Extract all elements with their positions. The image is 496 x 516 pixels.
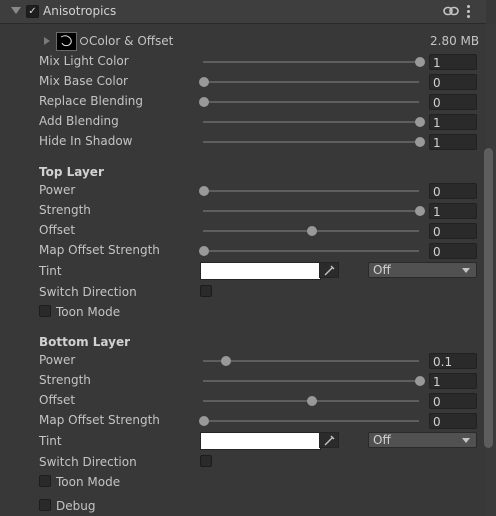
slider-knob[interactable] [415, 206, 425, 216]
value-field[interactable]: 0 [429, 94, 477, 110]
slider-track[interactable] [203, 101, 419, 103]
enable-checkbox[interactable]: ✓ [26, 5, 39, 18]
bottom-switch-direction-checkbox[interactable] [200, 455, 212, 467]
property-label: Power [39, 353, 76, 367]
object-picker-icon[interactable] [80, 37, 88, 45]
slider-knob[interactable] [199, 416, 209, 426]
value-field[interactable]: 0 [429, 413, 477, 429]
property-label: Offset [39, 223, 76, 237]
slider-knob[interactable] [199, 186, 209, 196]
slider-knob[interactable] [415, 117, 425, 127]
value-field[interactable]: 0 [429, 393, 477, 409]
property-label: Replace Blending [39, 94, 144, 108]
bottom-toon-mode-label: Toon Mode [56, 475, 121, 489]
debug-label: Debug [56, 499, 96, 513]
section-heading-bottom-layer: Bottom Layer [39, 335, 131, 349]
value-field[interactable]: 1 [429, 114, 477, 130]
component-title: Anisotropics [43, 4, 117, 18]
scrollbar-thumb[interactable] [484, 148, 493, 448]
eyedropper-icon[interactable] [319, 432, 339, 448]
bottom-tint-mode-dropdown[interactable]: Off [368, 432, 477, 448]
top-switch-direction-label: Switch Direction [39, 285, 137, 299]
slider-knob[interactable] [199, 246, 209, 256]
top-tint-color-field[interactable] [200, 262, 321, 280]
slider-knob[interactable] [415, 57, 425, 67]
property-label: Strength [39, 203, 91, 217]
dropdown-value: Off [373, 263, 391, 277]
property-label: Strength [39, 373, 91, 387]
dropdown-value: Off [373, 433, 391, 447]
value-field[interactable]: 1 [429, 134, 477, 150]
texture-property-row: Color & Offset 2.80 MB [0, 32, 486, 51]
slider-knob[interactable] [220, 356, 231, 366]
texture-thumbnail[interactable] [56, 32, 77, 51]
top-tint-label: Tint [39, 264, 62, 278]
bottom-tint-label: Tint [39, 434, 62, 448]
slider-knob[interactable] [415, 137, 425, 147]
slider-knob[interactable] [199, 97, 209, 107]
slider-track[interactable] [203, 141, 419, 143]
slider-knob[interactable] [307, 396, 317, 406]
texture-size: 2.80 MB [430, 34, 480, 48]
expand-arrow-icon[interactable] [44, 37, 50, 45]
slider-track[interactable] [203, 420, 419, 422]
property-label: Hide In Shadow [39, 134, 133, 148]
value-field[interactable]: 1 [429, 373, 477, 389]
slider-track[interactable] [203, 61, 419, 63]
value-field[interactable]: 0.1 [429, 353, 477, 369]
top-tint-mode-dropdown[interactable]: Off [368, 262, 477, 278]
debug-checkbox[interactable] [39, 499, 51, 511]
value-field[interactable]: 0 [429, 243, 477, 259]
top-toon-mode-label: Toon Mode [56, 305, 121, 319]
slider-track[interactable] [203, 190, 419, 192]
slider-track[interactable] [203, 81, 419, 83]
chevron-down-icon [462, 268, 470, 273]
slider-track[interactable] [203, 210, 419, 212]
link-icon[interactable] [443, 6, 459, 16]
foldout-arrow-icon[interactable] [11, 7, 21, 14]
value-field[interactable]: 0 [429, 183, 477, 199]
more-menu-icon[interactable] [467, 5, 471, 18]
slider-track[interactable] [203, 121, 419, 123]
bottom-tint-color-field[interactable] [200, 432, 321, 450]
component-header[interactable]: ✓ Anisotropics [0, 0, 486, 24]
texture-label: Color & Offset [89, 34, 174, 48]
property-label: Add Blending [39, 114, 119, 128]
property-label: Map Offset Strength [39, 243, 160, 257]
property-label: Power [39, 183, 76, 197]
value-field[interactable]: 0 [429, 74, 477, 90]
section-heading-top-layer: Top Layer [39, 165, 104, 179]
top-switch-direction-checkbox[interactable] [200, 285, 212, 297]
property-label: Offset [39, 393, 76, 407]
property-label: Mix Light Color [39, 54, 129, 68]
slider-knob[interactable] [415, 376, 425, 386]
slider-knob[interactable] [199, 77, 209, 87]
property-label: Map Offset Strength [39, 413, 160, 427]
value-field[interactable]: 1 [429, 203, 477, 219]
bottom-toon-mode-checkbox[interactable] [39, 475, 51, 487]
value-field[interactable]: 1 [429, 54, 477, 70]
top-toon-mode-checkbox[interactable] [39, 305, 51, 317]
property-label: Mix Base Color [39, 74, 128, 88]
bottom-switch-direction-label: Switch Direction [39, 455, 137, 469]
value-field[interactable]: 0 [429, 223, 477, 239]
slider-track[interactable] [203, 360, 419, 362]
slider-track[interactable] [203, 380, 419, 382]
slider-knob[interactable] [307, 226, 317, 236]
chevron-down-icon [462, 438, 470, 443]
eyedropper-icon[interactable] [319, 262, 339, 278]
slider-track[interactable] [203, 250, 419, 252]
